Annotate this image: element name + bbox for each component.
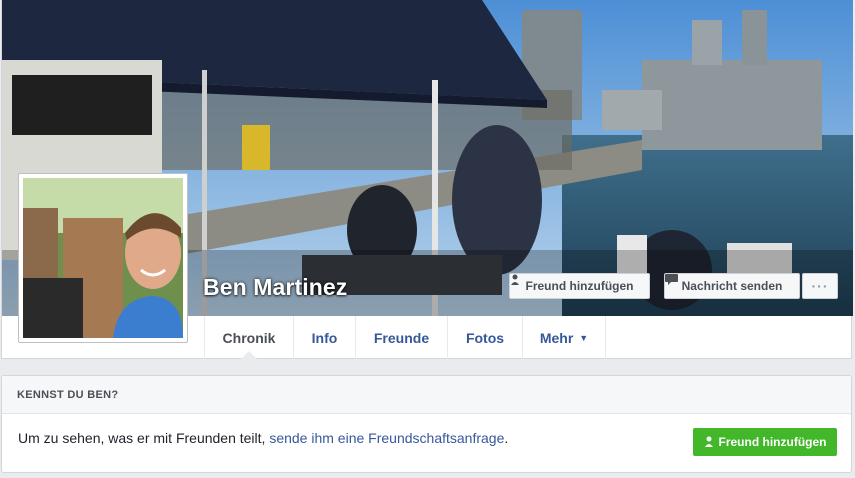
tab-freunde[interactable]: Freunde [355,316,447,359]
add-person-icon [511,274,519,285]
send-message-button[interactable]: Nachricht senden [664,273,800,299]
add-person-icon [704,436,713,447]
tab-label: Mehr [539,329,574,346]
know-user-text-suffix: . [504,430,509,446]
avatar [23,178,183,338]
more-options-button[interactable]: ··· [802,273,838,299]
profile-header: Ben Martinez Freund hinzufügen Nachricht… [1,0,853,359]
tab-label: Info [311,329,338,346]
know-user-text-prefix: Um zu sehen, was er mit Freunden teilt, [18,430,270,446]
tab-label: Freunde [373,329,430,346]
profile-tabs: Chronik Info Freunde Fotos Mehr ▼ [204,316,606,359]
tab-label: Fotos [465,329,505,346]
tab-mehr[interactable]: Mehr ▼ [522,316,606,359]
tab-label: Chronik [222,329,276,346]
add-friend-green-label: Freund hinzufügen [718,435,827,449]
know-user-text: Um zu sehen, was er mit Freunden teilt, … [18,430,508,446]
profile-picture[interactable] [18,173,188,343]
tab-info[interactable]: Info [293,316,355,359]
add-friend-label: Freund hinzufügen [525,279,634,293]
add-friend-green-button[interactable]: Freund hinzufügen [693,428,837,456]
message-icon [665,274,678,285]
know-user-heading: KENNST DU BEN? [2,376,851,414]
add-friend-button[interactable]: Freund hinzufügen [509,273,650,299]
caret-down-icon: ▼ [579,332,589,343]
know-user-card: KENNST DU BEN? Um zu sehen, was er mit F… [1,375,852,473]
profile-name[interactable]: Ben Martinez [203,274,347,301]
send-message-label: Nachricht senden [681,279,783,293]
friend-request-link[interactable]: sende ihm eine Freundschaftsanfrage [269,430,504,446]
tab-fotos[interactable]: Fotos [447,316,522,359]
tab-chronik[interactable]: Chronik [204,316,293,359]
